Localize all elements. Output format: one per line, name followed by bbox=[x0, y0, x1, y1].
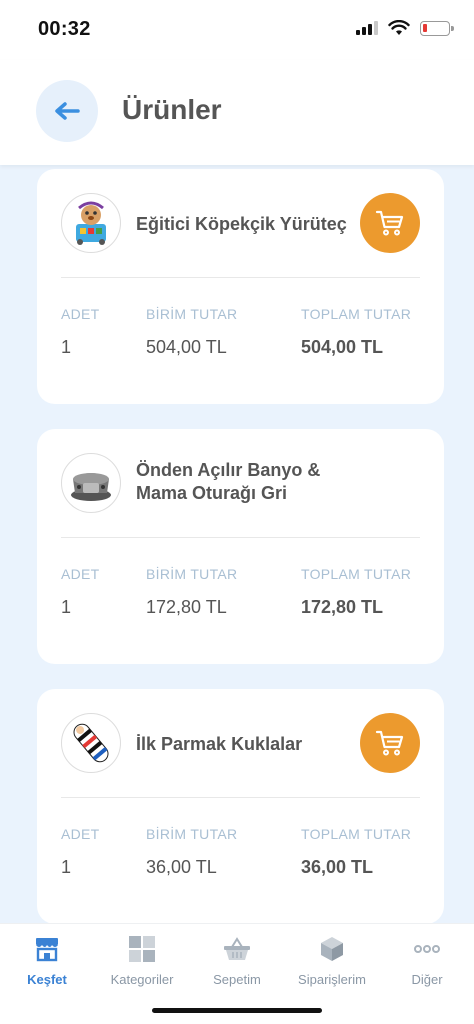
tab-sepetim[interactable]: Sepetim bbox=[192, 934, 282, 987]
total-price-label: TOPLAM TUTAR bbox=[301, 566, 412, 582]
home-indicator bbox=[152, 1008, 322, 1013]
cart-icon bbox=[375, 730, 404, 756]
product-image bbox=[61, 193, 121, 253]
arrow-left-icon bbox=[55, 102, 80, 120]
product-card[interactable]: Önden Açılır Banyo & Mama Oturağı Gri AD… bbox=[37, 429, 444, 664]
total-price-label: TOPLAM TUTAR bbox=[301, 306, 412, 322]
tab-label: Kategoriler bbox=[110, 972, 174, 987]
product-list[interactable]: Eğitici Köpekçik Yürüteç ADET BİRİM TUTA… bbox=[0, 165, 474, 923]
tab-label: Diğer bbox=[411, 972, 443, 987]
tab-label: Keşfet bbox=[27, 972, 67, 987]
tab-siparislerim[interactable]: Siparişlerim bbox=[287, 934, 377, 987]
total-price-label: TOPLAM TUTAR bbox=[301, 826, 412, 842]
qty-label: ADET bbox=[61, 566, 100, 582]
product-card[interactable]: Eğitici Köpekçik Yürüteç ADET BİRİM TUTA… bbox=[37, 169, 444, 404]
tab-kategoriler[interactable]: Kategoriler bbox=[97, 934, 187, 987]
unit-price-value: 36,00 TL bbox=[146, 857, 217, 877]
signal-icon bbox=[356, 21, 378, 35]
total-price-value: 504,00 TL bbox=[301, 337, 384, 357]
status-bar: 00:32 bbox=[0, 0, 474, 60]
product-name: İlk Parmak Kuklalar bbox=[136, 734, 303, 754]
unit-price-value: 504,00 TL bbox=[146, 337, 227, 357]
wifi-icon bbox=[388, 20, 410, 35]
status-time: 00:32 bbox=[38, 18, 91, 40]
total-price-value: 36,00 TL bbox=[301, 857, 374, 877]
qty-value: 1 bbox=[61, 337, 72, 357]
divider bbox=[61, 797, 420, 798]
add-to-cart-button[interactable] bbox=[360, 193, 420, 253]
store-icon bbox=[32, 934, 62, 964]
unit-price-label: BİRİM TUTAR bbox=[146, 826, 238, 842]
product-image bbox=[61, 453, 121, 513]
back-button[interactable] bbox=[36, 80, 98, 142]
tab-diger[interactable]: Diğer bbox=[382, 934, 472, 987]
basket-icon bbox=[222, 934, 252, 964]
unit-price-value: 172,80 TL bbox=[146, 597, 227, 617]
status-icons bbox=[356, 20, 454, 36]
tab-kesfet[interactable]: Keşfet bbox=[2, 934, 92, 987]
header: Ürünler bbox=[0, 60, 474, 165]
total-price-value: 172,80 TL bbox=[301, 597, 384, 617]
unit-price-label: BİRİM TUTAR bbox=[146, 566, 238, 582]
unit-price-label: BİRİM TUTAR bbox=[146, 306, 238, 322]
qty-label: ADET bbox=[61, 826, 100, 842]
product-name: Eğitici Köpekçik Yürüteç bbox=[136, 214, 347, 234]
page-title: Ürünler bbox=[122, 94, 222, 125]
battery-icon bbox=[420, 20, 454, 36]
add-to-cart-button[interactable] bbox=[360, 713, 420, 773]
product-name: Önden Açılır Banyo & Mama Oturağı Gri bbox=[136, 460, 321, 503]
box-icon bbox=[317, 934, 347, 964]
qty-value: 1 bbox=[61, 597, 72, 617]
tab-bar: Keşfet Kategoriler Sepetim Siparişlerim … bbox=[0, 923, 474, 1024]
qty-label: ADET bbox=[61, 306, 100, 322]
more-icon bbox=[412, 934, 442, 964]
grid-icon bbox=[127, 934, 157, 964]
cart-icon bbox=[375, 210, 404, 236]
divider bbox=[61, 277, 420, 278]
tab-label: Sepetim bbox=[213, 972, 261, 987]
qty-value: 1 bbox=[61, 857, 72, 877]
divider bbox=[61, 537, 420, 538]
tab-label: Siparişlerim bbox=[298, 972, 366, 987]
product-card[interactable]: İlk Parmak Kuklalar ADET BİRİM TUTAR TOP… bbox=[37, 689, 444, 923]
product-image bbox=[61, 713, 121, 773]
